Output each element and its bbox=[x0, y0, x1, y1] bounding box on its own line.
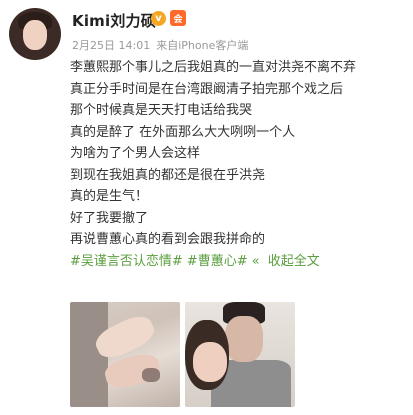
user-name[interactable]: Kimi刘力硕 bbox=[72, 10, 156, 31]
post-line: 真的是醉了 在外面那么大大咧咧一个人 bbox=[70, 124, 296, 140]
verified-badge-icon: v bbox=[151, 11, 166, 26]
hashtag-link[interactable]: #吴谨言否认恋情# bbox=[70, 254, 183, 269]
post-line: 李蕙熙那个事儿之后我姐真的一直对洪尧不离不弃 bbox=[70, 60, 357, 75]
post-time: 2月25日 14:01 bbox=[72, 39, 151, 52]
hashtag-link[interactable]: #曹蕙心# bbox=[187, 254, 248, 269]
avatar-face bbox=[23, 20, 47, 50]
post-line: 再说曹蕙心真的看到会跟我拼命的 bbox=[70, 232, 266, 247]
avatar[interactable] bbox=[9, 8, 61, 60]
post-meta: 2月25日 14:01 来自iPhone客户端 bbox=[72, 37, 248, 53]
post-line: 真的是生气！ bbox=[70, 189, 149, 204]
collapse-arrow-icon: « bbox=[251, 253, 260, 269]
post-tags: #吴谨言否认恋情# #曹蕙心# « 收起全文 bbox=[70, 252, 406, 272]
post-content: 李蕙熙那个事儿之后我姐真的一直对洪尧不离不弃 真正分手时间是在台湾跟阚清子拍完那… bbox=[70, 58, 406, 272]
collapse-full-text-link[interactable]: « 收起全文 bbox=[252, 254, 324, 269]
collapse-label: 收起全文 bbox=[267, 253, 320, 269]
post-line: 那个时候真是天天打电话给我哭 bbox=[70, 103, 253, 118]
photo-woman-face bbox=[193, 342, 227, 382]
post-source: 来自iPhone客户端 bbox=[156, 37, 248, 53]
post-image-hands[interactable] bbox=[70, 302, 180, 407]
photo-tattoo bbox=[142, 368, 160, 382]
weibo-post: Kimi刘力硕 v 会 2月25日 14:01 来自iPhone客户端 李蕙熙那… bbox=[0, 0, 413, 415]
post-line: 为啥为了个男人会这样 bbox=[70, 146, 201, 161]
post-source-prefix: 来自 bbox=[156, 39, 179, 52]
post-source-client: iPhone客户端 bbox=[178, 39, 249, 52]
member-badge-icon: 会 bbox=[170, 10, 186, 26]
post-line: 好了我要撤了 bbox=[70, 210, 149, 226]
post-line: 到现在我姐真的都还是很在乎洪尧 bbox=[70, 167, 266, 183]
post-image-couple[interactable] bbox=[185, 302, 295, 407]
photo-man-face bbox=[225, 316, 263, 362]
post-line: 真正分手时间是在台湾跟阚清子拍完那个戏之后 bbox=[70, 81, 344, 97]
